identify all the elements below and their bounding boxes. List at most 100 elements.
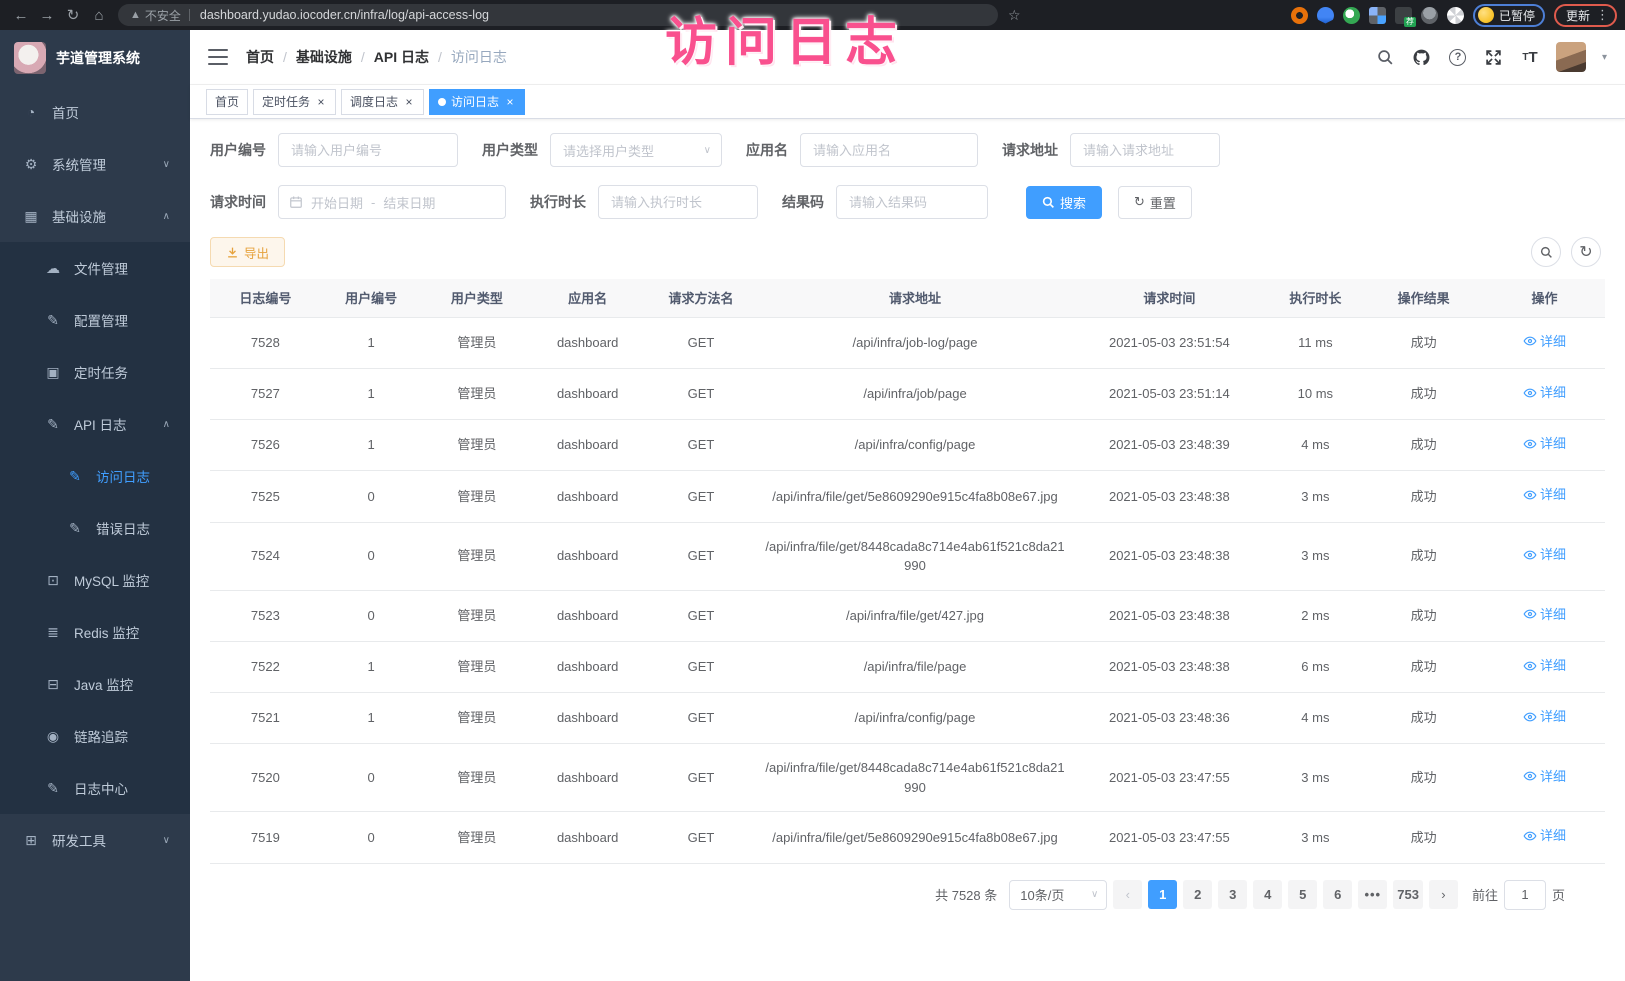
export-button[interactable]: 导出	[210, 237, 285, 267]
user-avatar[interactable]	[1556, 42, 1586, 72]
breadcrumb-item[interactable]: 基础设施	[296, 47, 352, 67]
sidebar-item[interactable]: ⊟Java 监控	[0, 658, 190, 710]
sidebar-fold-icon[interactable]	[208, 49, 228, 65]
detail-link[interactable]: 详细	[1523, 826, 1566, 846]
extension-icon[interactable]	[1343, 7, 1360, 24]
font-size-icon[interactable]: TT	[1520, 47, 1540, 67]
table-cell-actions: 详细	[1484, 317, 1605, 368]
next-page-button[interactable]: ›	[1429, 880, 1458, 909]
sidebar-item[interactable]: ◔首页	[0, 86, 190, 138]
breadcrumb-item[interactable]: 首页	[246, 47, 274, 67]
duration-input[interactable]	[598, 185, 758, 219]
table-cell: 成功	[1363, 693, 1484, 744]
request-time-range-picker[interactable]: 开始日期 - 结束日期	[278, 185, 506, 219]
security-label[interactable]: 不安全	[145, 7, 181, 24]
table-row: 75200管理员dashboardGET/api/infra/file/get/…	[210, 744, 1605, 812]
sidebar-item[interactable]: ◉链路追踪	[0, 710, 190, 762]
address-bar[interactable]: ▲ 不安全 dashboard.yudao.iocoder.cn/infra/l…	[118, 4, 998, 26]
sidebar-item[interactable]: ✎错误日志	[0, 502, 190, 554]
detail-link[interactable]: 详细	[1523, 383, 1566, 403]
sidebar-item[interactable]: ☁文件管理	[0, 242, 190, 294]
back-icon[interactable]: ←	[8, 7, 34, 24]
detail-link[interactable]: 详细	[1523, 485, 1566, 505]
goto-page-input[interactable]	[1504, 880, 1546, 910]
sidebar-item[interactable]: ⊞研发工具∨	[0, 814, 190, 866]
detail-link[interactable]: 详细	[1523, 332, 1566, 352]
sidebar-item[interactable]: ✎日志中心	[0, 762, 190, 814]
sidebar-item[interactable]: ⚙系统管理∨	[0, 138, 190, 190]
browser-profile-chip[interactable]: 已暂停	[1473, 4, 1545, 27]
sidebar-item[interactable]: ≣Redis 监控	[0, 606, 190, 658]
close-icon[interactable]: ×	[403, 95, 415, 109]
detail-link[interactable]: 详细	[1523, 605, 1566, 625]
help-icon[interactable]: ?	[1448, 47, 1468, 67]
fullscreen-icon[interactable]	[1484, 47, 1504, 67]
user-type-select[interactable]: 请选择用户类型 ∨	[550, 133, 722, 167]
toggle-search-button[interactable]	[1531, 237, 1561, 267]
sidebar-item[interactable]: ✎配置管理	[0, 294, 190, 346]
table-header-cell: 请求地址	[759, 279, 1071, 317]
refresh-table-button[interactable]: ↻	[1571, 237, 1601, 267]
tab-访问日志[interactable]: 访问日志×	[429, 89, 525, 115]
sidebar-item[interactable]: ✎访问日志	[0, 450, 190, 502]
extension-icon[interactable]	[1291, 7, 1308, 24]
bookmark-star-icon[interactable]: ☆	[1008, 7, 1021, 24]
page-button-1[interactable]: 1	[1148, 880, 1177, 909]
table-header-cell: 请求方法名	[643, 279, 759, 317]
user-id-input[interactable]	[278, 133, 458, 167]
app-logo[interactable]: 芋道管理系统	[0, 30, 190, 86]
search-button[interactable]: 搜索	[1026, 186, 1102, 219]
table-cell: dashboard	[532, 641, 643, 692]
calendar-icon	[289, 195, 303, 209]
detail-link[interactable]: 详细	[1523, 767, 1566, 787]
github-icon[interactable]	[1412, 47, 1432, 67]
extension-icon[interactable]	[1421, 7, 1438, 24]
page-button-4[interactable]: 4	[1253, 880, 1282, 909]
detail-link[interactable]: 详细	[1523, 545, 1566, 565]
table-cell-actions: 详细	[1484, 812, 1605, 863]
table-cell: 管理员	[422, 420, 533, 471]
prev-page-button[interactable]: ‹	[1113, 880, 1142, 909]
table-cell: 管理员	[422, 744, 533, 812]
sidebar-item[interactable]: ✎API 日志∧	[0, 398, 190, 450]
sidebar-item[interactable]: ▦基础设施∧	[0, 190, 190, 242]
kebab-menu-icon[interactable]: ⋮	[1596, 7, 1609, 23]
tab-首页[interactable]: 首页	[206, 89, 248, 115]
sidebar-item[interactable]: ⊡MySQL 监控	[0, 554, 190, 606]
chevron-down-icon[interactable]: ▾	[1602, 52, 1607, 63]
sidebar-item[interactable]: ▣定时任务	[0, 346, 190, 398]
app-name-input[interactable]	[800, 133, 978, 167]
close-icon[interactable]: ×	[504, 95, 516, 109]
close-icon[interactable]: ×	[315, 95, 327, 109]
result-code-input[interactable]	[836, 185, 988, 219]
reset-button[interactable]: ↻ 重置	[1118, 186, 1192, 219]
detail-link[interactable]: 详细	[1523, 707, 1566, 727]
extension-icon[interactable]	[1369, 7, 1386, 24]
browser-update-button[interactable]: 更新 ⋮	[1554, 4, 1617, 27]
table-cell-actions: 详细	[1484, 522, 1605, 590]
extension-icon[interactable]	[1317, 7, 1334, 24]
page-button-5[interactable]: 5	[1288, 880, 1317, 909]
table-cell: GET	[643, 522, 759, 590]
page-button-753[interactable]: 753	[1393, 880, 1423, 909]
extension-icon[interactable]	[1447, 7, 1464, 24]
page-button-6[interactable]: 6	[1323, 880, 1352, 909]
home-icon[interactable]: ⌂	[86, 7, 112, 24]
tools-icon: ⊞	[22, 832, 40, 849]
forward-icon[interactable]: →	[34, 7, 60, 24]
search-icon[interactable]	[1376, 47, 1396, 67]
page-button-2[interactable]: 2	[1183, 880, 1212, 909]
reload-icon[interactable]: ↻	[60, 6, 86, 24]
detail-link[interactable]: 详细	[1523, 656, 1566, 676]
breadcrumb-item[interactable]: API 日志	[374, 47, 429, 67]
detail-link[interactable]: 详细	[1523, 434, 1566, 454]
table-row: 75230管理员dashboardGET/api/infra/file/get/…	[210, 590, 1605, 641]
page-size-select[interactable]: 10条/页 ∨	[1009, 880, 1107, 910]
table-cell: 2021-05-03 23:48:38	[1071, 641, 1267, 692]
request-url-input[interactable]	[1070, 133, 1220, 167]
tab-调度日志[interactable]: 调度日志×	[341, 89, 424, 115]
tab-定时任务[interactable]: 定时任务×	[253, 89, 336, 115]
table-body: 75281管理员dashboardGET/api/infra/job-log/p…	[210, 317, 1605, 863]
page-button-3[interactable]: 3	[1218, 880, 1247, 909]
extension-icon[interactable]: 荐	[1395, 7, 1412, 24]
